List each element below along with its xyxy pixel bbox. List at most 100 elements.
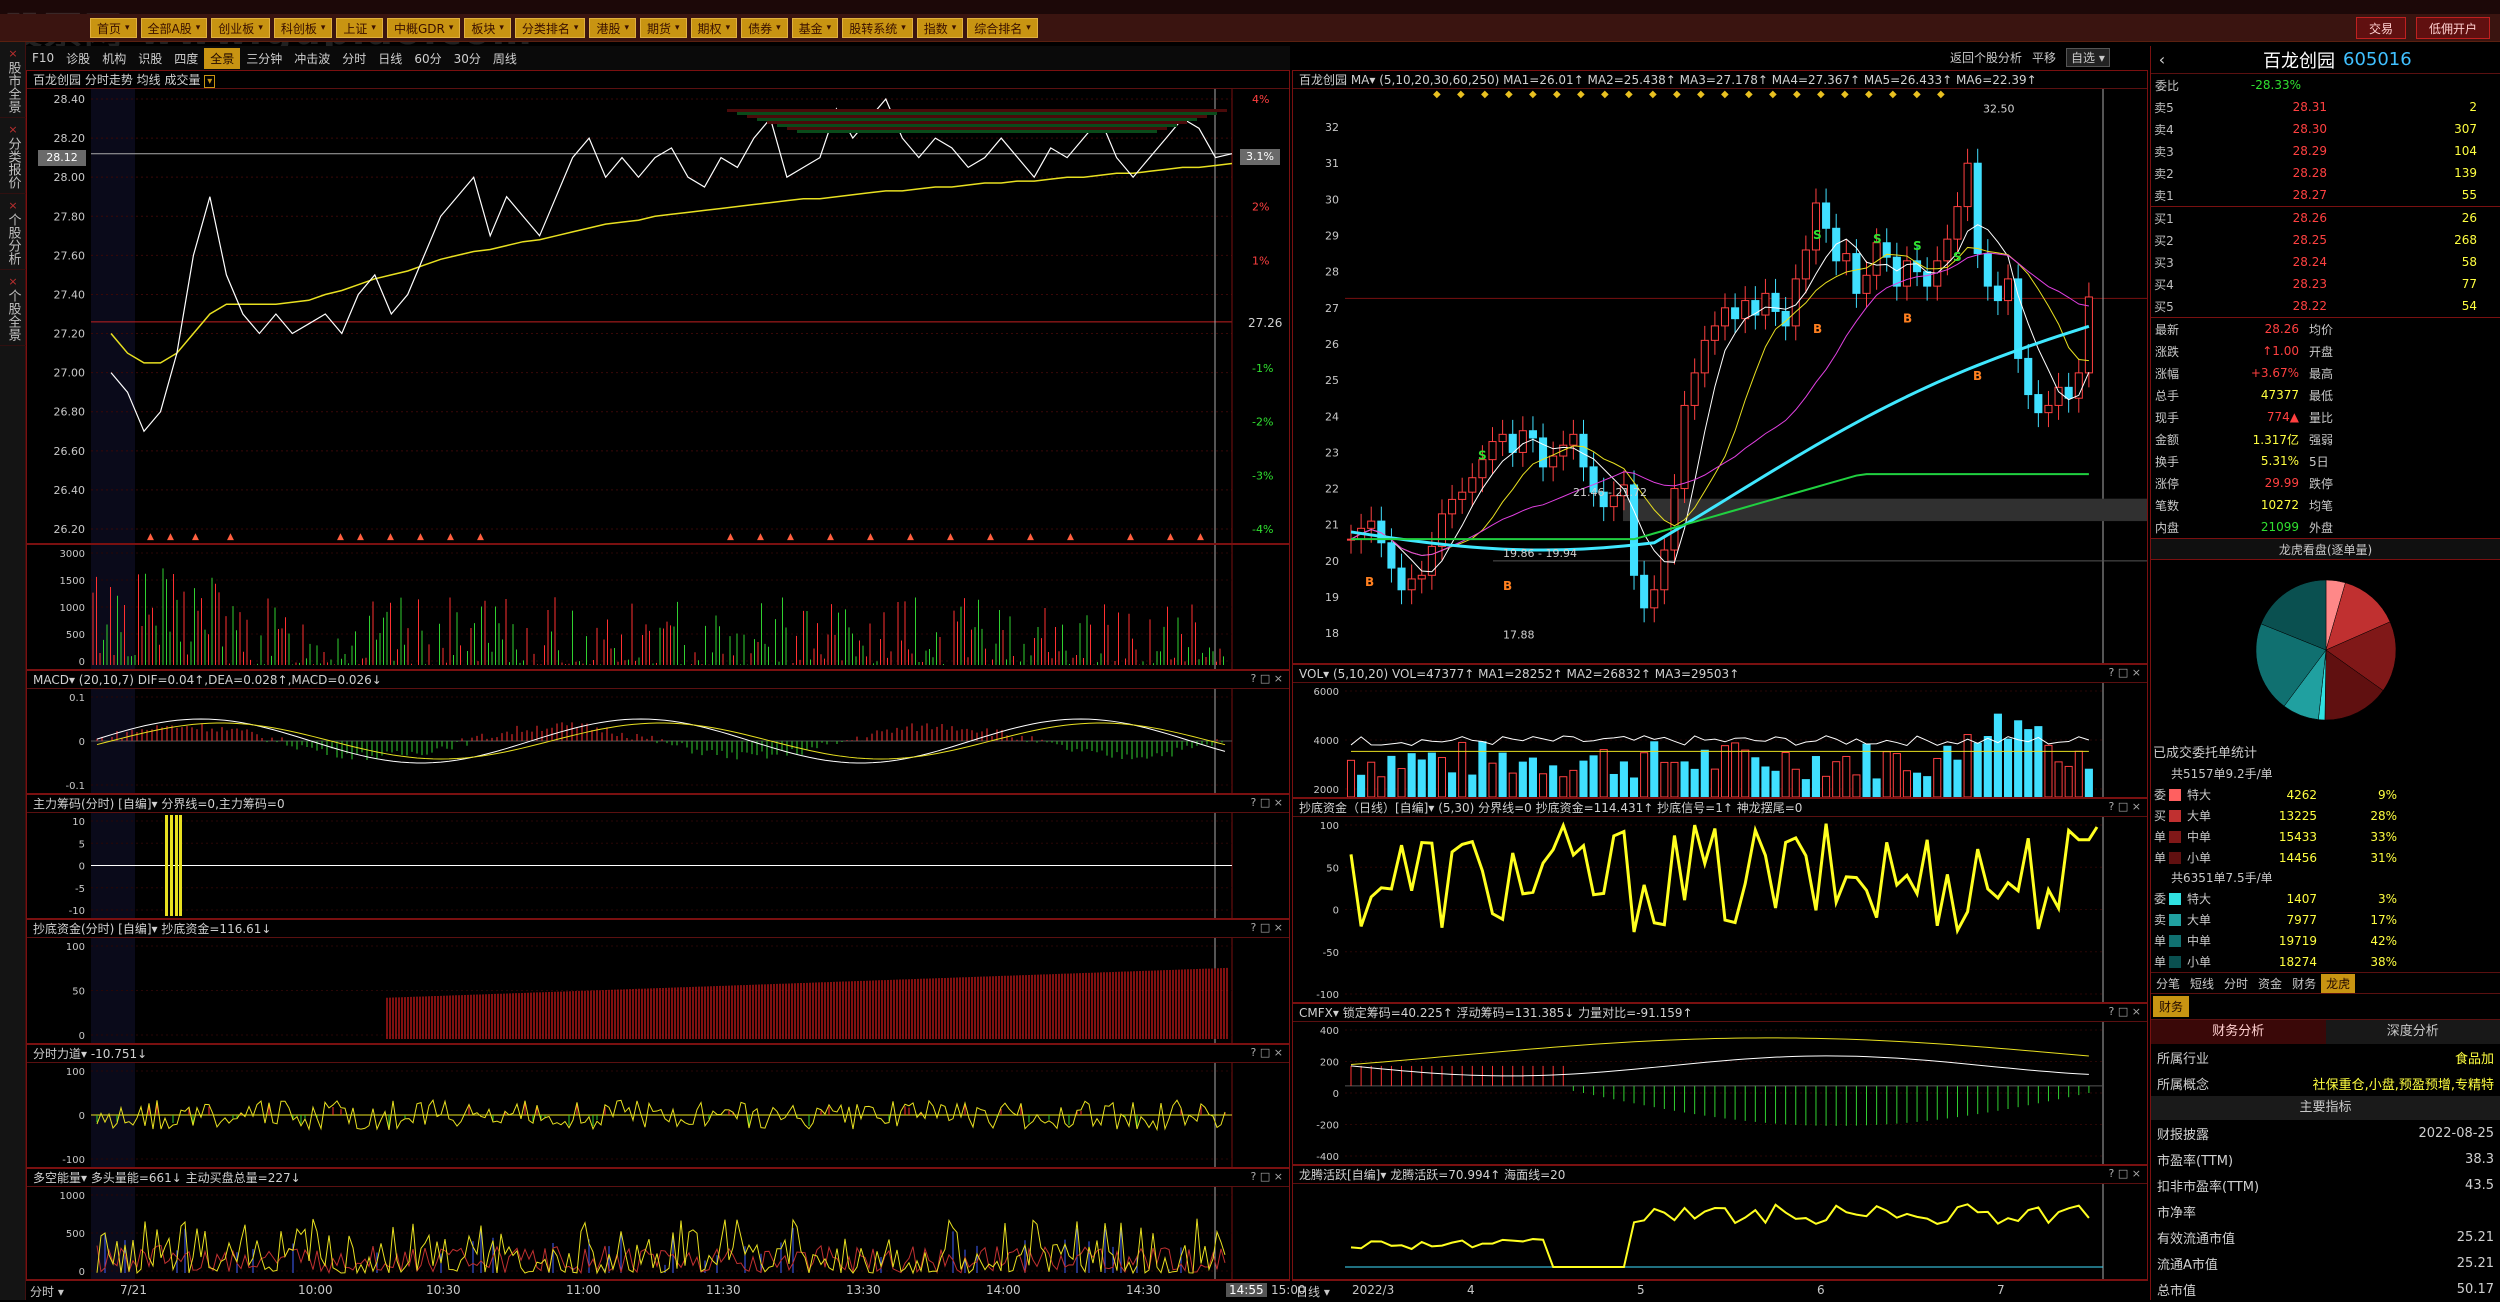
toolbar-item[interactable]: 30分 <box>448 48 487 69</box>
ask-row[interactable]: 卖228.28139 <box>2151 162 2500 184</box>
ask-row[interactable]: 卖128.2755 <box>2151 184 2500 206</box>
subpane-chart[interactable] <box>1293 1184 2147 1279</box>
left-tab[interactable]: ×股市全景 <box>0 42 26 118</box>
axis-label: -400 <box>1316 1152 1339 1163</box>
open-account-button[interactable]: 低佣开户 <box>2416 17 2490 39</box>
volume-bar <box>1600 750 1607 797</box>
toolbar-item[interactable]: 60分 <box>408 48 447 69</box>
panel-tab[interactable]: 短线 <box>2185 974 2219 993</box>
toolbar-item[interactable]: 分时 <box>336 48 372 69</box>
subpane-chart[interactable]: 1050-5-10 <box>27 813 1289 918</box>
axis-label: 10 <box>72 817 85 828</box>
subpane-chart[interactable]: 4002000-200-400 <box>1293 1022 2147 1164</box>
finance-tab[interactable]: 财务 <box>2153 996 2189 1017</box>
menu-item[interactable]: 科创板▾ <box>274 18 333 38</box>
toolbar-item[interactable]: 三分钟 <box>240 48 288 69</box>
toolbar-item[interactable]: 识股 <box>132 48 168 69</box>
ask-row[interactable]: 卖328.29104 <box>2151 140 2500 162</box>
close-icon[interactable]: × <box>0 122 26 137</box>
pane-controls-icon[interactable]: ? □ × <box>2109 1005 2141 1018</box>
daily-candlestick-chart[interactable]: 32313029282726252423222120191832.5017.88… <box>1293 89 2147 663</box>
trade-button[interactable]: 交易 <box>2356 17 2406 39</box>
subpane-chart[interactable]: 0.10-0.1 <box>27 689 1289 793</box>
menu-item[interactable]: 分类排名▾ <box>515 18 586 38</box>
axis-label: 0 <box>79 1031 85 1042</box>
pane-controls-icon[interactable]: ? □ × <box>2109 800 2141 813</box>
finance-analysis-tab[interactable]: 财务分析 <box>2151 1020 2326 1044</box>
bottom-fund-line <box>1351 824 2097 932</box>
close-icon[interactable]: × <box>0 198 26 213</box>
daily-title: 百龙创园 MA▾ (5,10,20,30,60,250) MA1=26.01↑ … <box>1293 71 2147 89</box>
menu-item[interactable]: 债券▾ <box>741 18 788 38</box>
bid-row[interactable]: 买328.2458 <box>2151 251 2500 273</box>
back-arrow-icon[interactable]: ‹ <box>2151 50 2173 69</box>
pan-button[interactable]: 平移 <box>2032 49 2056 66</box>
bid-row[interactable]: 买528.2254 <box>2151 295 2500 317</box>
subpane-chart[interactable]: 600040002000 <box>1293 683 2147 797</box>
subpane-chart[interactable]: 100500 <box>27 938 1289 1043</box>
subpane-chart[interactable]: 3000150010005000 <box>27 545 1289 669</box>
intraday-axis-menu[interactable]: 分时 ▾ <box>30 1283 64 1300</box>
ask-row[interactable]: 卖528.312 <box>2151 96 2500 118</box>
menu-item[interactable]: 板块▾ <box>464 18 511 38</box>
pane-controls-icon[interactable]: ? □ × <box>1251 921 1283 934</box>
bid-row[interactable]: 买428.2377 <box>2151 273 2500 295</box>
menu-item[interactable]: 指数▾ <box>917 18 964 38</box>
toolbar-item[interactable]: 周线 <box>487 48 523 69</box>
menu-item[interactable]: 基金▾ <box>792 18 839 38</box>
menu-item[interactable]: 港股▾ <box>589 18 636 38</box>
pane-controls-icon[interactable]: ? □ × <box>2109 1167 2141 1180</box>
pane-controls-icon[interactable]: ? □ × <box>1251 1046 1283 1059</box>
watchlist-dropdown[interactable]: 自选 ▾ <box>2066 48 2110 67</box>
subpane-title: 抄底资金(分时) [自编]▾ 抄底资金=116.61↓ <box>27 920 1289 938</box>
pane-controls-icon[interactable]: ? □ × <box>1251 1170 1283 1183</box>
time-tick-label: 10:00 <box>298 1283 333 1297</box>
close-icon[interactable]: × <box>0 274 26 289</box>
menu-item[interactable]: 期权▾ <box>691 18 738 38</box>
toolbar-item[interactable]: 全景 <box>204 48 240 69</box>
menu-item[interactable]: 全部A股▾ <box>141 18 208 38</box>
pane-controls-icon[interactable]: ? □ × <box>1251 796 1283 809</box>
left-tab[interactable]: ×个股全景 <box>0 270 26 346</box>
toolbar-item[interactable]: 四度 <box>168 48 204 69</box>
bid-row[interactable]: 买228.25268 <box>2151 229 2500 251</box>
menu-item[interactable]: 综合排名▾ <box>967 18 1038 38</box>
subpane-chart[interactable]: 100500-50-100 <box>1293 817 2147 1002</box>
menu-item[interactable]: 股转系统▾ <box>842 18 913 38</box>
panel-tab[interactable]: 龙虎 <box>2321 974 2355 993</box>
analysis-toolbar: F10诊股机构识股四度全景三分钟冲击波分时日线60分30分周线 <box>26 46 1290 70</box>
ask-row[interactable]: 卖428.30307 <box>2151 118 2500 140</box>
toolbar-item[interactable]: 日线 <box>372 48 408 69</box>
toolbar-item[interactable]: 诊股 <box>60 48 96 69</box>
pane-controls-icon[interactable]: ? □ × <box>1251 672 1283 685</box>
pane-controls-icon[interactable]: ? □ × <box>2109 666 2141 679</box>
toolbar-item[interactable]: 冲击波 <box>288 48 336 69</box>
left-tab[interactable]: ×分类报价 <box>0 118 26 194</box>
menu-item[interactable]: 创业板▾ <box>211 18 270 38</box>
quote-panel: ‹ 百龙创园 605016 委比-28.33% 卖528.312卖428.303… <box>2150 46 2500 1300</box>
volume-bar <box>2085 769 2092 797</box>
intraday-chart[interactable]: 28.4028.2028.0027.8027.6027.4027.2027.00… <box>27 89 1289 543</box>
panel-tab[interactable]: 分时 <box>2219 974 2253 993</box>
back-to-analysis-link[interactable]: 返回个股分析 <box>1950 49 2022 66</box>
panel-tab[interactable]: 分笔 <box>2151 974 2185 993</box>
deep-analysis-tab[interactable]: 深度分析 <box>2326 1020 2500 1044</box>
left-tab[interactable]: ×个股分析 <box>0 194 26 270</box>
panel-tab[interactable]: 资金 <box>2253 974 2287 993</box>
menu-item[interactable]: 中概GDR▾ <box>387 18 460 38</box>
bid-row[interactable]: 买128.2626 <box>2151 207 2500 229</box>
volume-bar <box>1550 766 1557 797</box>
daily-axis-menu[interactable]: 日线 ▾ <box>1296 1283 1330 1300</box>
webi-row: 委比-28.33% <box>2151 74 2500 96</box>
menu-item[interactable]: 上证▾ <box>336 18 383 38</box>
toolbar-item[interactable]: 机构 <box>96 48 132 69</box>
panel-tab[interactable]: 财务 <box>2287 974 2321 993</box>
candle-body <box>1994 286 2001 300</box>
menu-item[interactable]: 首页▾ <box>90 18 137 38</box>
subpane-chart[interactable]: 10005000 <box>27 1187 1289 1279</box>
signal-marker: ▲ <box>947 532 954 542</box>
menu-item[interactable]: 期货▾ <box>640 18 687 38</box>
subpane-chart[interactable]: 1000-100 <box>27 1063 1289 1167</box>
close-icon[interactable]: × <box>0 46 26 61</box>
toolbar-item[interactable]: F10 <box>26 49 60 67</box>
